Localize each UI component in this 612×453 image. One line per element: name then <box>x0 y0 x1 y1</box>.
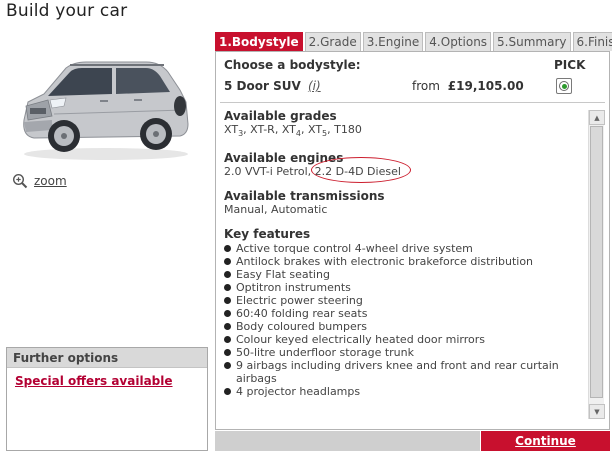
price-prefix: from <box>412 79 440 93</box>
grade-item: XT4, <box>281 123 308 138</box>
feature-item: 4 projector headlamps <box>224 385 582 398</box>
magnifier-icon[interactable] <box>12 173 28 189</box>
transmissions-heading: Available transmissions <box>224 189 385 203</box>
engine-petrol: 2.0 VVT-i Petrol, <box>224 165 315 178</box>
choose-bodystyle-label: Choose a bodystyle: <box>224 58 361 72</box>
grade-item: XT-R, <box>250 123 282 136</box>
scroll-thumb[interactable] <box>590 126 603 398</box>
tab-options[interactable]: 4.Options <box>425 32 492 51</box>
price-amount: £19,105.00 <box>447 79 524 93</box>
pick-radio-button[interactable] <box>556 78 572 94</box>
features-list: Active torque control 4-wheel drive syst… <box>224 242 582 398</box>
feature-item: Colour keyed electrically heated door mi… <box>224 333 582 346</box>
transmissions-list: Manual, Automatic <box>224 203 328 216</box>
bodystyle-price: from £19,105.00 <box>412 79 524 93</box>
feature-item: Easy Flat seating <box>224 268 582 281</box>
feature-item: Antilock brakes with electronic brakefor… <box>224 255 582 268</box>
feature-item: 60:40 folding rear seats <box>224 307 582 320</box>
tab-grade[interactable]: 2.Grade <box>304 32 361 51</box>
bodystyle-panel: Choose a bodystyle: PICK 5 Door SUV (i) … <box>215 51 610 430</box>
bodystyle-name-text: 5 Door SUV <box>224 79 301 93</box>
scroll-down-arrow-icon[interactable]: ▼ <box>589 404 605 419</box>
details-scroll-area[interactable]: Available grades XT3, XT-R, XT4, XT5, T1… <box>224 110 582 410</box>
zoom-link[interactable]: zoom <box>34 174 67 188</box>
grade-item: XT3, <box>224 123 251 138</box>
engine-diesel-highlight: 2.2 D-4D Diesel <box>310 157 411 183</box>
grades-heading: Available grades <box>224 110 337 123</box>
footer-bar <box>215 431 480 451</box>
continue-button[interactable]: Continue <box>481 431 610 451</box>
details-scrollbar[interactable]: ▲ ▼ <box>588 110 605 419</box>
tab-finish[interactable]: 6.Finish <box>572 32 612 51</box>
feature-item: 9 airbags including drivers knee and fro… <box>224 359 582 385</box>
pick-label: PICK <box>554 58 586 72</box>
grades-section: Available grades XT3, XT-R, XT4, XT5, T1… <box>224 110 582 140</box>
special-offers-link[interactable]: Special offers available <box>15 374 207 388</box>
engines-list: 2.0 VVT-i Petrol, 2.2 D-4D Diesel <box>224 157 582 183</box>
transmissions-section: Available transmissions Manual, Automati… <box>224 189 582 217</box>
further-options-heading: Further options <box>7 348 207 368</box>
car-image <box>14 50 194 162</box>
grade-item: XT5, <box>307 123 335 138</box>
feature-item: Body coloured bumpers <box>224 320 582 333</box>
tab-summary[interactable]: 5.Summary <box>493 32 571 51</box>
radio-selected-icon <box>559 81 569 91</box>
tab-bodystyle[interactable]: 1.Bodystyle <box>215 32 303 51</box>
tab-engine[interactable]: 3.Engine <box>362 32 424 51</box>
grade-item: T180 <box>334 123 362 136</box>
features-heading: Key features <box>224 227 311 241</box>
feature-item: Electric power steering <box>224 294 582 307</box>
scroll-up-arrow-icon[interactable]: ▲ <box>589 110 605 125</box>
annotation-oval <box>310 157 411 183</box>
feature-item: Optitron instruments <box>224 281 582 294</box>
feature-item: Active torque control 4-wheel drive syst… <box>224 242 582 255</box>
bodystyle-info-link[interactable]: (i) <box>308 79 321 93</box>
step-tabs: 1.Bodystyle 2.Grade 3.Engine 4.Options 5… <box>215 32 612 51</box>
features-section: Key features Active torque control 4-whe… <box>224 228 582 398</box>
zoom-control[interactable]: zoom <box>12 173 67 189</box>
further-options-box: Further options Special offers available <box>6 347 208 451</box>
grades-list: XT3, XT-R, XT4, XT5, T180 <box>224 123 582 140</box>
engines-section: Available engines 2.0 VVT-i Petrol, 2.2 … <box>224 152 582 183</box>
divider <box>220 102 605 103</box>
page-title: Build your car <box>6 1 128 21</box>
feature-item: 50-litre underfloor storage trunk <box>224 346 582 359</box>
bodystyle-name: 5 Door SUV (i) <box>224 79 321 93</box>
